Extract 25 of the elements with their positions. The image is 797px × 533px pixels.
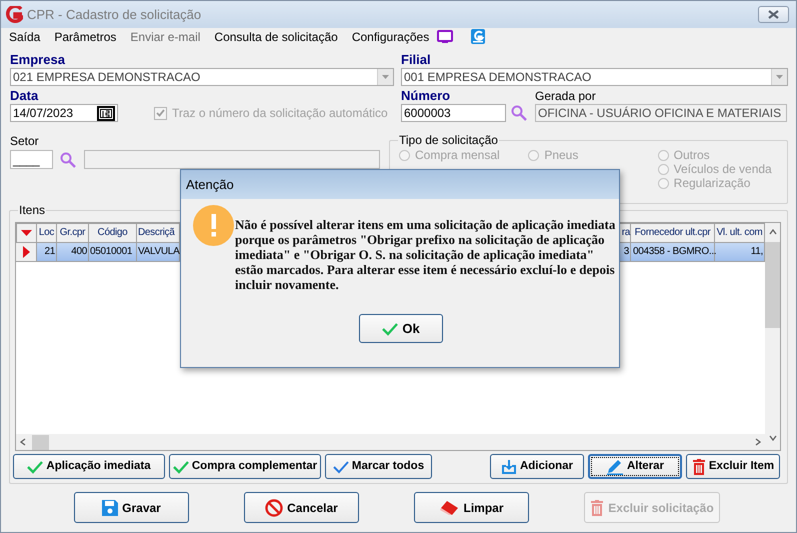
table-cell: 004358 - BGMRO...: [631, 243, 715, 262]
table-cell: 400: [57, 243, 89, 262]
field-label: Setor: [10, 134, 40, 148]
radio-label: Regularização: [674, 175, 750, 192]
field-label: Empresa: [10, 53, 66, 67]
field-label: Filial: [401, 53, 432, 67]
radio-label: Veículos de venda: [674, 161, 772, 178]
radio-label: Pneus: [544, 147, 578, 164]
checkbox-label: Traz o número da solicitação automático: [172, 105, 388, 122]
field-value: 14/07/2023: [13, 105, 74, 122]
dialog-message: Não é possível alterar itens em uma solicitação de aplicação imediata porque os parâmetros "Obrigar prefixo na solicitação de aplicação imediata" e "Obrigar O. S. na solicitação de aplicação imediata" estão marcados. Para alterar esse item é necessário excluí-lo e depois incluir novamente.: [235, 217, 616, 292]
radio-label: Compra mensal: [415, 147, 500, 164]
dialog-title: Atenção: [186, 176, 234, 194]
field-label: Gerada por: [535, 89, 597, 103]
group-title: Tipo de solicitação: [398, 133, 499, 147]
radio-label: Outros: [674, 147, 710, 164]
table-cell: 21: [37, 243, 57, 262]
group-title: Itens: [18, 203, 46, 217]
table-cell: 05010001: [89, 243, 137, 262]
generated-by-field: OFICINA - USUÁRIO OFICINA E MATERIAIS: [535, 104, 787, 122]
window-title: CPR - Cadastro de solicitação: [27, 6, 202, 24]
field-value: 001 EMPRESA DEMONSTRACAO: [404, 69, 592, 86]
field-label: Data: [10, 89, 40, 103]
field-value: 021 EMPRESA DEMONSTRACAO: [13, 69, 202, 86]
field-label: Número: [401, 89, 452, 103]
